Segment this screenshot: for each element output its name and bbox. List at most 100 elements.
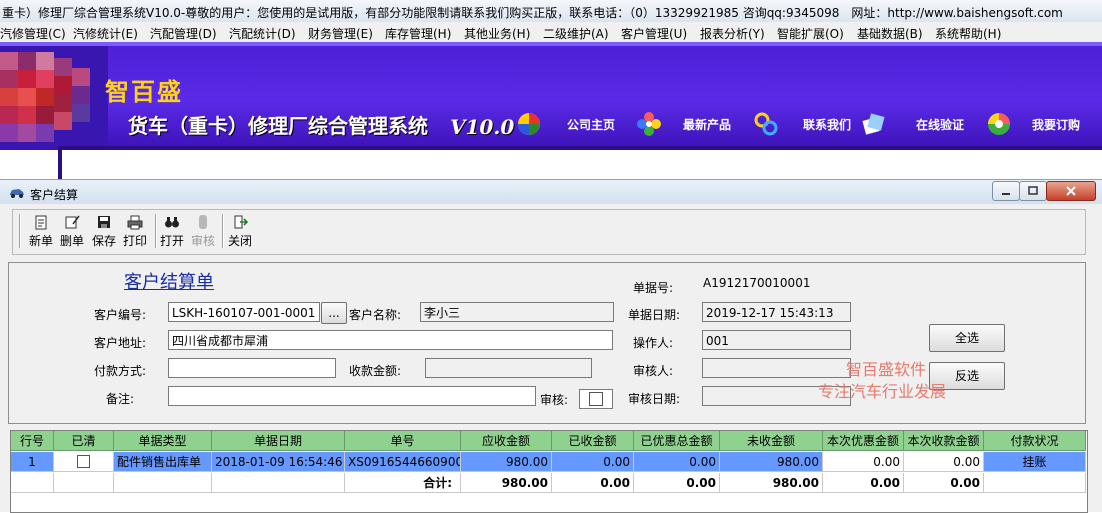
col-header-this-received[interactable]: 本次收款金额 [904, 431, 984, 451]
menu-item-reports[interactable]: 报表分析(Y) [700, 25, 765, 42]
doc-no-value: A1912170010001 [703, 276, 811, 290]
minimize-button[interactable] [992, 181, 1020, 201]
close-button-label: 关闭 [227, 234, 252, 248]
open-button[interactable]: 打开 [157, 214, 187, 249]
cell-receivable[interactable]: 980.00 [461, 452, 552, 472]
total-receivable: 980.00 [461, 473, 552, 493]
exit-door-icon [234, 215, 248, 229]
flower-icon [637, 112, 661, 136]
cleared-checkbox[interactable] [77, 455, 90, 468]
customer-code-label: 客户编号: [94, 308, 147, 322]
menu-item-parts-management[interactable]: 汽配管理(D) [150, 25, 217, 42]
auditor-field[interactable] [702, 358, 851, 378]
customer-address-field[interactable]: 四川省成都市犀浦 [168, 330, 613, 350]
link-online-verify[interactable]: 在线验证 [916, 116, 964, 133]
product-name: 货车（重卡）修理厂综合管理系统 [128, 114, 428, 138]
customer-code-field[interactable]: LSKH-160107-001-0001 [168, 302, 320, 322]
cell-row-no[interactable]: 1 [11, 452, 54, 472]
cell-unpaid[interactable]: 980.00 [720, 452, 823, 472]
close-window-button[interactable] [1046, 181, 1096, 201]
link-order[interactable]: 我要订购 [1032, 116, 1080, 133]
col-header-this-discount[interactable]: 本次优惠金额 [823, 431, 904, 451]
open-button-label: 打开 [159, 234, 184, 248]
col-header-doc-date[interactable]: 单据日期 [212, 431, 345, 451]
total-cell-empty [54, 473, 114, 493]
select-all-button[interactable]: 全选 [929, 324, 1005, 352]
cell-received[interactable]: 0.00 [552, 452, 634, 472]
menu-item-customer[interactable]: 客户管理(U) [621, 25, 687, 42]
audit-button[interactable]: 审核 [188, 214, 218, 249]
save-button[interactable]: 保存 [89, 214, 119, 249]
total-cell-empty [984, 473, 1086, 493]
customer-address-label: 客户地址: [94, 336, 147, 350]
child-window-title-bar [0, 180, 1102, 204]
col-header-discount-total[interactable]: 已优惠总金额 [634, 431, 720, 451]
menu-item-extensions[interactable]: 智能扩展(O) [777, 25, 844, 42]
cell-discount-total[interactable]: 0.00 [634, 452, 720, 472]
link-latest-products[interactable]: 最新产品 [683, 116, 731, 133]
menu-item-repair-management[interactable]: 汽修管理(C) [0, 25, 66, 42]
new-document-icon [35, 215, 47, 230]
link-contact-us[interactable]: 联系我们 [803, 116, 851, 133]
operator-label: 操作人: [633, 336, 674, 350]
total-cell-empty [114, 473, 212, 493]
cell-doc-date[interactable]: 2018-01-09 16:54:46 [212, 452, 345, 472]
customer-name-field[interactable]: 李小三 [420, 302, 614, 322]
payment-method-field[interactable] [168, 358, 336, 378]
cell-doc-type[interactable]: 配件销售出库单 [114, 452, 212, 472]
banner-stripe [0, 42, 1102, 46]
menu-item-inventory[interactable]: 库存管理(H) [385, 25, 451, 42]
link-company-home[interactable]: 公司主页 [567, 116, 615, 133]
maximize-icon [1028, 186, 1038, 195]
doc-date-field[interactable]: 2019-12-17 15:43:13 [702, 302, 851, 322]
floppy-disk-icon [98, 216, 110, 228]
col-header-received[interactable]: 已收金额 [552, 431, 634, 451]
child-window-title: 客户结算 [30, 188, 79, 202]
cell-doc-no[interactable]: XS09165446609000 [345, 452, 461, 472]
print-button[interactable]: 打印 [120, 214, 150, 249]
col-header-receivable[interactable]: 应收金额 [461, 431, 552, 451]
new-button[interactable]: 新单 [26, 214, 56, 249]
delete-button[interactable]: 删单 [57, 214, 87, 249]
minimize-icon [1002, 193, 1010, 195]
cell-status[interactable]: 挂账 [984, 452, 1086, 472]
customer-browse-button[interactable]: ... [321, 302, 347, 324]
remark-label: 备注: [106, 392, 135, 406]
menu-item-help[interactable]: 系统帮助(H) [935, 25, 1001, 42]
close-button[interactable]: 关闭 [225, 214, 255, 249]
col-header-unpaid[interactable]: 未收金额 [720, 431, 823, 451]
truck-logo-icon [0, 46, 108, 148]
menu-item-other-business[interactable]: 其他业务(H) [464, 25, 530, 42]
cell-this-received[interactable]: 0.00 [904, 452, 984, 472]
col-header-doc-no[interactable]: 单号 [345, 431, 461, 451]
printer-icon [127, 215, 143, 230]
maximize-button[interactable] [1019, 181, 1047, 201]
menu-item-base-data[interactable]: 基础数据(B) [857, 25, 923, 42]
total-this-discount: 0.00 [823, 473, 904, 493]
toolbar-separator [222, 214, 224, 248]
delete-button-label: 删单 [59, 234, 84, 248]
binoculars-icon [165, 217, 179, 228]
save-button-label: 保存 [91, 234, 116, 248]
received-amount-field[interactable] [425, 358, 592, 378]
col-header-row-no[interactable]: 行号 [11, 431, 54, 451]
audit-checkbox[interactable] [589, 392, 603, 406]
total-this-received: 0.00 [904, 473, 984, 493]
operator-field[interactable]: 001 [702, 330, 851, 350]
remark-field[interactable] [168, 386, 536, 406]
doc-date-label: 单据日期: [628, 308, 681, 322]
cell-cleared[interactable] [54, 452, 114, 472]
total-cell-empty [11, 473, 54, 493]
col-header-doc-type[interactable]: 单据类型 [114, 431, 212, 451]
cell-this-discount[interactable]: 0.00 [823, 452, 904, 472]
menu-item-maintenance[interactable]: 二级维护(A) [543, 25, 609, 42]
col-header-status[interactable]: 付款状况 [984, 431, 1086, 451]
stamp-icon [199, 215, 207, 229]
menu-item-repair-statistics[interactable]: 汽修统计(E) [73, 25, 138, 42]
menu-item-parts-statistics[interactable]: 汽配统计(D) [229, 25, 296, 42]
watermark-slogan: 专注汽车行业发展 [818, 382, 947, 401]
toolbar-grip [19, 214, 21, 248]
col-header-cleared[interactable]: 已清 [54, 431, 114, 451]
menu-item-finance[interactable]: 财务管理(E) [308, 25, 373, 42]
doc-no-label: 单据号: [633, 281, 674, 295]
